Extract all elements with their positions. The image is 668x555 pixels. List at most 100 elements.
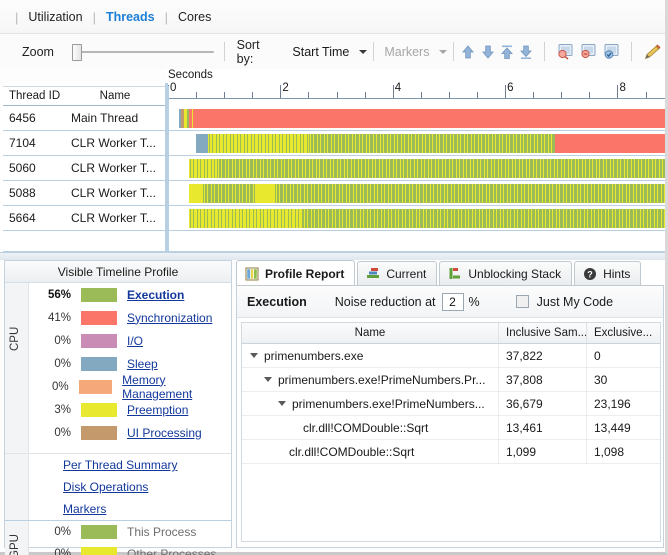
legend-color-swatch	[78, 379, 113, 394]
timeline-lane[interactable]	[169, 156, 665, 181]
markers-dropdown[interactable]: Markers	[376, 42, 453, 62]
arrow-up-icon	[462, 44, 474, 58]
legend-report-link[interactable]: Disk Operations	[63, 480, 148, 494]
timeline-segment	[303, 209, 665, 228]
timeline-lane[interactable]	[169, 131, 665, 156]
measure-button[interactable]	[640, 41, 665, 63]
legend-color-swatch	[81, 287, 117, 302]
thread-activity-bar	[188, 159, 665, 178]
just-my-code-label: Just My Code	[536, 294, 614, 309]
report-tab-label: Hints	[603, 267, 631, 281]
zoom-slider-thumb[interactable]	[71, 43, 82, 61]
thread-row[interactable]: 5664 CLR Worker T...	[3, 206, 165, 231]
sort-by-dropdown[interactable]: Start Time	[284, 42, 373, 62]
report-tab-hints[interactable]: ? Hints	[574, 261, 642, 286]
column-header-thread-id[interactable]: Thread ID	[9, 90, 71, 102]
expander-collapse-icon[interactable]	[278, 401, 286, 406]
call-tree-header: Name Inclusive Sam... Exclusive...	[242, 323, 660, 344]
thread-row[interactable]: 5060 CLR Worker T...	[3, 156, 165, 181]
timeline-lane[interactable]	[169, 181, 665, 206]
report-tab-profile-report[interactable]: Profile Report	[236, 260, 356, 286]
timeline-ruler: Seconds 0 2 4 6 8	[165, 69, 665, 103]
table-row[interactable]: primenumbers.exe!PrimeNumbers... 36,679 23…	[242, 391, 660, 416]
thread-row[interactable]: 5088 CLR Worker T...	[3, 181, 165, 206]
zoom-reset-button[interactable]	[600, 41, 623, 63]
pencil-icon	[645, 44, 661, 60]
arrow-down-to-bar-icon	[520, 45, 533, 59]
thread-id: 7104	[9, 136, 36, 150]
legend-report-link[interactable]: Per Thread Summary	[63, 458, 178, 472]
legend-category-link[interactable]: UI Processing	[127, 426, 202, 440]
help-circle-icon: ?	[583, 267, 597, 281]
legend-row: 0% UI Processing	[5, 421, 231, 444]
ruler-major-tick	[392, 85, 394, 98]
column-header-name[interactable]: Name	[242, 323, 499, 343]
legend-category-link[interactable]: Execution	[127, 288, 184, 302]
move-down-button[interactable]	[478, 41, 497, 63]
thread-row[interactable]: 7104 CLR Worker T...	[3, 131, 165, 156]
report-tab-unblocking-stack[interactable]: Unblocking Stack	[439, 261, 573, 286]
call-tree-node-label: primenumbers.exe	[264, 348, 364, 363]
timeline-lane[interactable]	[169, 206, 665, 231]
report-grid-icon	[245, 267, 259, 281]
tab-utilization[interactable]: Utilization	[25, 8, 85, 26]
move-to-top-button[interactable]	[497, 41, 516, 63]
call-tree-name-cell: clr.dll!COMDouble::Sqrt	[242, 439, 499, 464]
chevron-down-icon	[359, 49, 368, 54]
sort-by-value: Start Time	[292, 44, 350, 59]
legend-links-side	[5, 454, 29, 521]
column-header-inclusive-samples[interactable]: Inclusive Sam...	[499, 323, 587, 343]
column-header-name[interactable]: Name	[71, 90, 159, 102]
zoom-slider[interactable]	[71, 43, 214, 61]
legend-row: 0% Memory Management	[5, 373, 231, 401]
thread-row[interactable]: 6456 Main Thread	[3, 106, 165, 131]
toolbar-divider	[453, 42, 455, 61]
horizontal-splitter[interactable]	[0, 252, 665, 260]
tab-cores[interactable]: Cores	[175, 8, 214, 26]
table-row[interactable]: clr.dll!COMDouble::Sqrt 13,461 13,449	[242, 415, 660, 440]
timeline-segment	[188, 184, 204, 203]
legend-category-link[interactable]: Synchronization	[127, 311, 212, 325]
zoom-slider-track	[71, 50, 214, 53]
table-row[interactable]: primenumbers.exe!PrimeNumbers.Pr... 37,80…	[242, 367, 660, 392]
timeline-segment	[207, 134, 309, 153]
timeline-lane[interactable]	[169, 106, 665, 131]
legend-category-link[interactable]: I/O	[127, 334, 143, 348]
legend-percent: 0%	[54, 357, 71, 370]
legend-links-block: Per Thread Summary Disk Operations Markers	[5, 453, 231, 521]
svg-text:?: ?	[587, 269, 593, 279]
expander-collapse-icon[interactable]	[250, 353, 258, 358]
call-tree-node-label: clr.dll!COMDouble::Sqrt	[303, 420, 429, 435]
exclusive-samples-cell: 23,196	[594, 396, 631, 411]
legend-row: 3% Preemption	[5, 398, 231, 421]
timeline-toolbar: Zoom Sort by: Start Time Markers	[0, 34, 665, 69]
expander-collapse-icon[interactable]	[264, 377, 272, 382]
inclusive-samples-cell: 37,808	[499, 367, 587, 392]
noise-reduction-input[interactable]	[441, 292, 464, 311]
just-my-code-checkbox[interactable]	[515, 295, 529, 308]
legend-category-link[interactable]: Memory Management	[122, 373, 231, 401]
ruler-tick-label: 0	[170, 82, 177, 94]
screen-zoom-in-icon	[558, 44, 573, 60]
timeline-segment	[203, 184, 256, 203]
legend-report-link[interactable]: Markers	[63, 502, 106, 516]
thread-name: CLR Worker T...	[71, 186, 156, 200]
call-tree-name-cell: primenumbers.exe	[242, 343, 499, 368]
move-up-button[interactable]	[458, 41, 477, 63]
ruler-minor-tick	[561, 92, 563, 98]
cpu-legend-rows: 56% Execution 41% Synchronization 0% I/O 0% Sle…	[5, 283, 231, 444]
tab-threads[interactable]: Threads	[103, 8, 158, 26]
timeline-segment	[196, 134, 208, 153]
table-row[interactable]: clr.dll!COMDouble::Sqrt 1,099 1,098	[242, 439, 660, 464]
toolbar-divider	[630, 42, 632, 61]
ruler-minor-tick	[364, 92, 366, 98]
report-tab-current[interactable]: Current	[357, 261, 438, 286]
table-row[interactable]: primenumbers.exe 37,822 0	[242, 343, 660, 368]
legend-category-link[interactable]: Sleep	[127, 357, 158, 371]
move-to-bottom-button[interactable]	[517, 41, 536, 63]
column-header-exclusive-samples[interactable]: Exclusive...	[587, 323, 660, 343]
zoom-to-selection-button[interactable]	[553, 41, 576, 63]
legend-title: Visible Timeline Profile	[5, 261, 231, 283]
zoom-out-button[interactable]	[576, 41, 599, 63]
legend-category-link[interactable]: Preemption	[127, 403, 188, 417]
